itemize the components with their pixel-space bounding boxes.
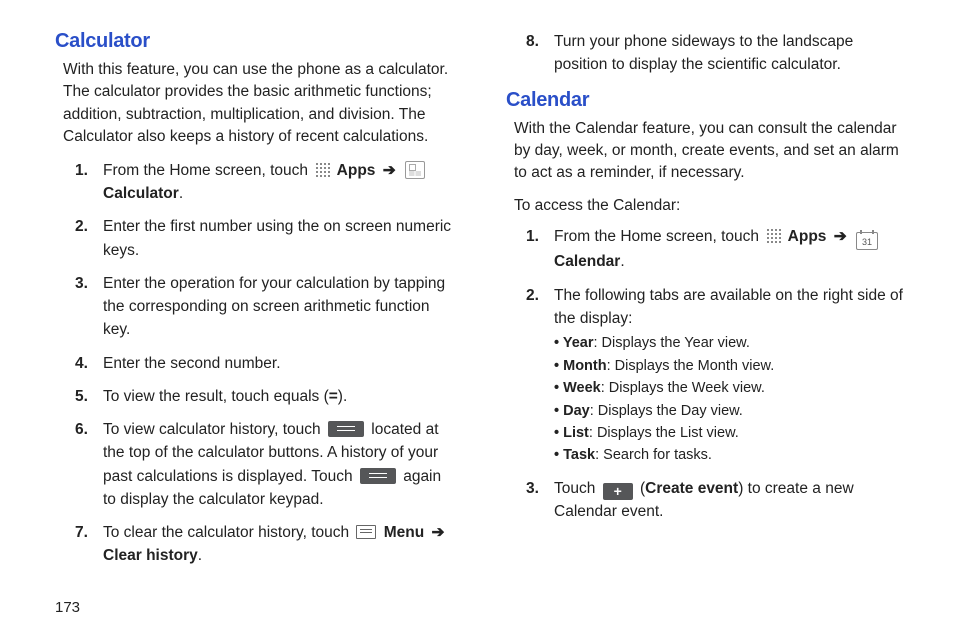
step-text: From the Home screen, touch Apps ➔ 31 Ca… xyxy=(554,225,909,273)
page-number: 173 xyxy=(55,599,80,616)
text: ). xyxy=(338,388,347,405)
calendar-label: Calendar xyxy=(554,253,620,270)
label: Year xyxy=(563,335,594,351)
tab-day: Day: Displays the Day view. xyxy=(554,400,909,422)
text: . xyxy=(620,253,624,270)
desc: : Displays the Week view. xyxy=(601,380,765,396)
desc: : Displays the Month view. xyxy=(607,358,775,374)
step-number: 3. xyxy=(75,272,103,342)
text: To view the result, touch equals ( xyxy=(103,388,329,405)
tab-list: Year: Displays the Year view. Month: Dis… xyxy=(554,332,909,467)
text: From the Home screen, touch xyxy=(103,162,312,179)
text: . xyxy=(179,185,183,202)
desc: : Displays the List view. xyxy=(589,425,739,441)
text: The following tabs are available on the … xyxy=(554,287,903,327)
menu-icon xyxy=(356,525,376,539)
step-number: 6. xyxy=(75,418,103,511)
step-text: Touch + (Create event) to create a new C… xyxy=(554,477,909,524)
calculator-steps-continued: 8. Turn your phone sideways to the lands… xyxy=(526,30,909,77)
step-number: 4. xyxy=(75,352,103,375)
step-3: 3. Enter the operation for your calculat… xyxy=(75,272,458,342)
desc: : Search for tasks. xyxy=(595,447,712,463)
step-7: 7. To clear the calculator history, touc… xyxy=(75,521,458,568)
calculator-intro: With this feature, you can use the phone… xyxy=(63,59,458,149)
tab-task: Task: Search for tasks. xyxy=(554,444,909,466)
create-event-label: Create event xyxy=(645,480,738,497)
desc: : Displays the Day view. xyxy=(590,403,743,419)
step-1: 1. From the Home screen, touch Apps ➔ 31… xyxy=(526,225,909,273)
label: Month xyxy=(563,358,606,374)
calendar-intro: With the Calendar feature, you can consu… xyxy=(514,118,909,185)
step-2: 2. The following tabs are available on t… xyxy=(526,284,909,467)
step-text: Turn your phone sideways to the landscap… xyxy=(554,30,909,77)
tab-month: Month: Displays the Month view. xyxy=(554,355,909,377)
step-text: The following tabs are available on the … xyxy=(554,284,909,467)
step-text: To clear the calculator history, touch M… xyxy=(103,521,458,568)
step-4: 4. Enter the second number. xyxy=(75,352,458,375)
clear-history-label: Clear history xyxy=(103,547,198,564)
history-panel-icon xyxy=(360,468,396,484)
step-text: To view calculator history, touch locate… xyxy=(103,418,458,511)
apps-label: Apps xyxy=(788,228,827,245)
calculator-icon xyxy=(405,161,425,179)
arrow-icon: ➔ xyxy=(424,524,447,541)
text: ( xyxy=(636,480,645,497)
calendar-icon: 31 xyxy=(856,232,878,250)
desc: : Displays the Year view. xyxy=(594,335,750,351)
left-column: Calculator With this feature, you can us… xyxy=(55,30,458,578)
apps-label: Apps xyxy=(337,162,376,179)
step-2: 2. Enter the first number using the on s… xyxy=(75,215,458,262)
step-6: 6. To view calculator history, touch loc… xyxy=(75,418,458,511)
right-column: 8. Turn your phone sideways to the lands… xyxy=(506,30,909,578)
arrow-icon: ➔ xyxy=(826,228,854,245)
label: Task xyxy=(563,447,595,463)
step-number: 8. xyxy=(526,30,554,77)
label: Day xyxy=(563,403,590,419)
calendar-steps: 1. From the Home screen, touch Apps ➔ 31… xyxy=(526,225,909,523)
step-number: 1. xyxy=(526,225,554,273)
calendar-heading: Calendar xyxy=(506,89,909,112)
calculator-heading: Calculator xyxy=(55,30,458,53)
label: List xyxy=(563,425,589,441)
text: To view calculator history, touch xyxy=(103,421,325,438)
apps-icon xyxy=(314,161,330,177)
text: To clear the calculator history, touch xyxy=(103,524,353,541)
step-text: Enter the operation for your calculation… xyxy=(103,272,458,342)
tab-year: Year: Displays the Year view. xyxy=(554,332,909,354)
step-number: 7. xyxy=(75,521,103,568)
step-5: 5. To view the result, touch equals (=). xyxy=(75,385,458,408)
step-number: 5. xyxy=(75,385,103,408)
step-number: 1. xyxy=(75,159,103,206)
calendar-access-text: To access the Calendar: xyxy=(514,195,909,217)
tab-week: Week: Displays the Week view. xyxy=(554,377,909,399)
tab-list: List: Displays the List view. xyxy=(554,422,909,444)
step-3: 3. Touch + (Create event) to create a ne… xyxy=(526,477,909,524)
label: Week xyxy=(563,380,601,396)
arrow-icon: ➔ xyxy=(375,162,403,179)
step-1: 1. From the Home screen, touch Apps ➔ Ca… xyxy=(75,159,458,206)
step-text: Enter the first number using the on scre… xyxy=(103,215,458,262)
plus-icon: + xyxy=(603,483,633,500)
text: Touch xyxy=(554,480,600,497)
step-number: 3. xyxy=(526,477,554,524)
text: . xyxy=(198,547,202,564)
menu-label: Menu xyxy=(384,524,424,541)
step-text: To view the result, touch equals (=). xyxy=(103,385,458,408)
step-number: 2. xyxy=(526,284,554,467)
calculator-steps: 1. From the Home screen, touch Apps ➔ Ca… xyxy=(75,159,458,568)
text: From the Home screen, touch xyxy=(554,228,763,245)
apps-icon xyxy=(765,227,781,243)
calculator-label: Calculator xyxy=(103,185,179,202)
step-text: Enter the second number. xyxy=(103,352,458,375)
step-text: From the Home screen, touch Apps ➔ Calcu… xyxy=(103,159,458,206)
history-panel-icon xyxy=(328,421,364,437)
step-8: 8. Turn your phone sideways to the lands… xyxy=(526,30,909,77)
equals-symbol: = xyxy=(329,388,338,405)
step-number: 2. xyxy=(75,215,103,262)
